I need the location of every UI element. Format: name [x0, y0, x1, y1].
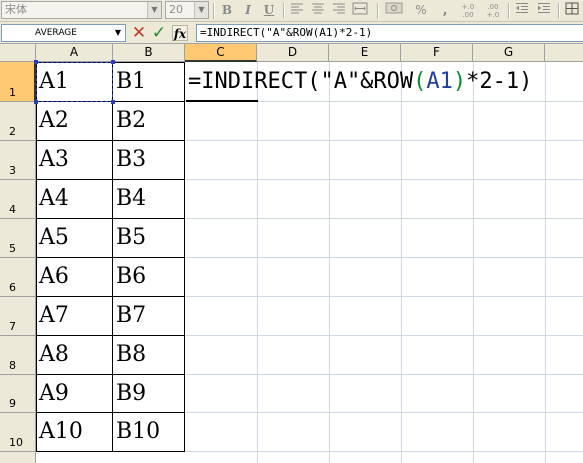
row-header-7[interactable]: 7 — [0, 297, 36, 336]
comma-style-button[interactable]: , — [436, 2, 454, 19]
increase-decimal-button[interactable]: +.0 .00 — [457, 2, 479, 20]
cell-b6[interactable]: B6 — [113, 258, 146, 296]
formula-reference: A1 — [426, 69, 453, 94]
cell-b3[interactable]: B3 — [113, 141, 146, 179]
font-size-combo[interactable]: 20 ▼ — [165, 1, 209, 19]
font-name-value: 宋体 — [5, 3, 27, 16]
cell-b1[interactable]: B1 — [113, 63, 146, 101]
gridline — [329, 62, 330, 463]
chevron-down-icon[interactable]: ▼ — [111, 25, 125, 41]
column-header-a[interactable]: A — [36, 44, 113, 62]
gridline — [545, 62, 546, 463]
row-header-11[interactable] — [0, 452, 36, 463]
font-name-combo[interactable]: 宋体 ▼ — [1, 1, 162, 19]
cell-c1-editing[interactable]: =INDIRECT("A"&ROW(A1)*2-1) — [186, 63, 532, 101]
formatting-toolbar: 宋体 ▼ 20 ▼ B I U % , +.0 .00 .00 +.0 — [0, 0, 583, 22]
currency-icon[interactable] — [383, 2, 405, 19]
borders-icon[interactable] — [563, 2, 581, 19]
cell-a5[interactable]: A5 — [36, 219, 69, 257]
row-header-2[interactable]: 2 — [0, 102, 36, 141]
worksheet-grid[interactable]: A B C D E F G 1 2 3 4 5 6 7 8 9 10 A1 A2… — [0, 44, 583, 463]
resize-handle[interactable] — [34, 100, 38, 104]
bold-button[interactable]: B — [218, 2, 236, 19]
cell-b4[interactable]: B4 — [113, 180, 146, 218]
formula-text: *2-1) — [466, 69, 533, 94]
formula-bar: AVERAGE ▼ ✕ ✓ fx =INDIRECT("A"&ROW(A1)*2… — [0, 22, 583, 44]
select-all-corner[interactable] — [0, 44, 36, 62]
row-header-6[interactable]: 6 — [0, 258, 36, 297]
cell-a6[interactable]: A6 — [36, 258, 69, 296]
cancel-icon[interactable]: ✕ — [131, 25, 147, 42]
formula-text: =INDIRECT("A"&ROW — [188, 69, 414, 94]
row-header-9[interactable]: 9 — [0, 375, 36, 413]
cell-a8[interactable]: A8 — [36, 336, 69, 374]
cell-a7[interactable]: A7 — [36, 297, 69, 335]
decrease-decimal-button[interactable]: .00 +.0 — [482, 2, 504, 20]
gridline — [401, 62, 402, 463]
cell-b5[interactable]: B5 — [113, 219, 146, 257]
cell-b9[interactable]: B9 — [113, 375, 146, 413]
enter-icon[interactable]: ✓ — [151, 25, 167, 42]
cell-a2[interactable]: A2 — [36, 102, 69, 140]
formula-paren: ) — [452, 69, 467, 94]
resize-handle[interactable] — [111, 60, 115, 64]
cell-b2[interactable]: B2 — [113, 102, 146, 140]
cell-b10[interactable]: B10 — [113, 413, 160, 451]
toolbar-separator — [558, 3, 560, 19]
font-size-value: 20 — [169, 3, 183, 16]
cell-b7[interactable]: B7 — [113, 297, 146, 335]
row-header-3[interactable]: 3 — [0, 141, 36, 180]
cell-a3[interactable]: A3 — [36, 141, 69, 179]
name-box-value: AVERAGE — [35, 28, 77, 38]
cell-b8[interactable]: B8 — [113, 336, 146, 374]
column-header-g[interactable]: G — [473, 44, 545, 62]
gridline — [257, 62, 258, 463]
row-header-10[interactable]: 10 — [0, 413, 36, 452]
toolbar-separator — [377, 3, 379, 19]
row-header-1[interactable]: 1 — [0, 62, 36, 102]
insert-function-button[interactable]: fx — [172, 25, 188, 41]
column-header-b[interactable]: B — [113, 44, 185, 62]
row-header-5[interactable]: 5 — [0, 219, 36, 258]
resize-handle[interactable] — [111, 100, 115, 104]
toolbar-separator — [213, 3, 215, 19]
column-header-e[interactable]: E — [329, 44, 401, 62]
formula-input[interactable]: =INDIRECT("A"&ROW(A1)*2-1) — [196, 24, 583, 42]
column-header-h[interactable] — [545, 44, 583, 62]
chevron-down-icon[interactable]: ▼ — [194, 2, 208, 18]
align-left-icon[interactable] — [288, 2, 306, 19]
column-header-c[interactable]: C — [185, 44, 257, 62]
increase-indent-icon[interactable] — [535, 2, 553, 19]
row-header-8[interactable]: 8 — [0, 336, 36, 375]
chevron-down-icon[interactable]: ▼ — [147, 2, 161, 18]
name-box[interactable]: AVERAGE ▼ — [1, 24, 126, 42]
reference-highlight-a1 — [36, 62, 113, 102]
toolbar-separator — [508, 3, 510, 19]
toolbar-separator — [283, 3, 285, 19]
merge-center-icon[interactable] — [351, 2, 369, 19]
underline-button[interactable]: U — [260, 2, 278, 19]
italic-button[interactable]: I — [239, 2, 257, 19]
align-right-icon[interactable] — [330, 2, 348, 19]
column-header-d[interactable]: D — [257, 44, 329, 62]
column-header-f[interactable]: F — [401, 44, 473, 62]
cell-a9[interactable]: A9 — [36, 375, 69, 413]
decrease-indent-icon[interactable] — [513, 2, 531, 19]
resize-handle[interactable] — [34, 60, 38, 64]
percent-button[interactable]: % — [412, 2, 430, 19]
gridline — [36, 451, 583, 452]
gridline — [473, 62, 474, 463]
row-header-4[interactable]: 4 — [0, 180, 36, 219]
formula-paren: ( — [413, 69, 427, 94]
active-cell-indicator — [186, 100, 258, 102]
cell-a4[interactable]: A4 — [36, 180, 69, 218]
align-center-icon[interactable] — [309, 2, 327, 19]
cell-a10[interactable]: A10 — [36, 413, 83, 451]
